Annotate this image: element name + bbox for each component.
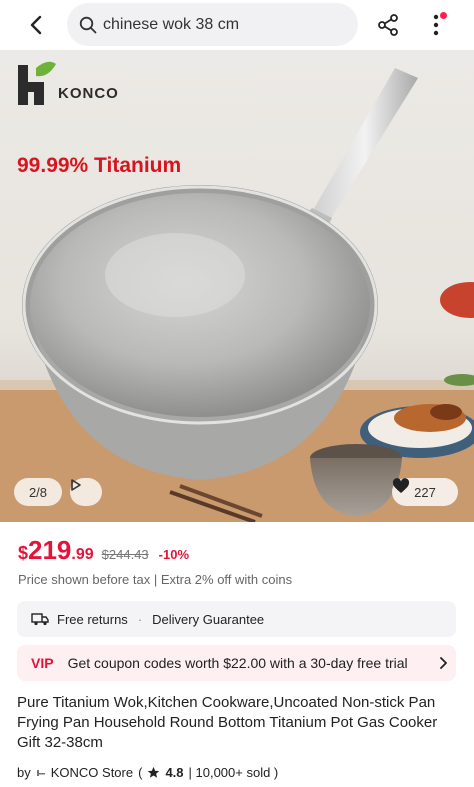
product-photo-wok [0,61,474,522]
price-currency: $ [18,543,29,563]
returns-banner[interactable]: Free returns · Delivery Guarantee [17,601,456,637]
top-bar [0,0,474,50]
vip-badge: VIP [31,655,54,671]
original-price: $244.43 [101,547,149,562]
star-icon [148,766,160,778]
store-sold-count: | 10,000+ sold ) [188,765,279,780]
image-counter: 2/8 [14,478,62,506]
delivery-guarantee-label: Delivery Guarantee [152,611,265,627]
more-vertical-icon [433,14,439,36]
chevron-right-icon [440,657,447,669]
price-decimal: .99 [71,546,94,563]
heart-icon [392,478,410,493]
vip-coupon-banner[interactable]: VIP Get coupon codes worth $22.00 with a… [17,645,456,681]
product-title: Pure Titanium Wok,Kitchen Cookware,Uncoa… [17,694,438,751]
discount-badge: -10% [158,547,190,562]
price-row: $ 219 .99 $244.43 -10% [18,535,189,567]
brand-logo-text: KONCO [58,85,119,102]
share-button[interactable] [373,10,403,40]
product-image-gallery[interactable]: KONCO 99.99% Titanium 2/8 227 [0,50,474,522]
play-icon [71,479,81,491]
price-integer: 219 [28,535,72,565]
play-video-button[interactable] [70,478,102,506]
store-row[interactable]: by KONCO Store ( 4.8 | 10,000+ sold ) [17,765,278,780]
store-rating: 4.8 [165,765,184,780]
free-returns-label: Free returns [57,611,128,627]
image-tagline: 99.99% Titanium [17,154,182,177]
more-options-button[interactable] [423,8,449,42]
price-note: Price shown before tax | Extra 2% off wi… [18,572,293,587]
store-by-label: by [17,765,31,780]
wishlist-button[interactable]: 227 [392,478,458,506]
store-open-paren: ( [138,765,143,780]
store-name[interactable]: KONCO Store [51,765,133,780]
share-icon [378,14,398,36]
back-arrow-icon [30,15,42,35]
store-icon [36,769,45,776]
back-button[interactable] [18,10,54,40]
return-truck-icon [31,613,49,626]
notification-dot [440,12,447,19]
search-icon [79,16,97,33]
coupon-text: Get coupon codes worth $22.00 with a 30-… [67,655,408,671]
returns-separator: · [137,611,143,627]
search-bar[interactable] [67,3,358,46]
coupon-chevron [430,657,456,669]
wishlist-count: 227 [414,484,436,500]
search-input[interactable] [103,15,343,34]
